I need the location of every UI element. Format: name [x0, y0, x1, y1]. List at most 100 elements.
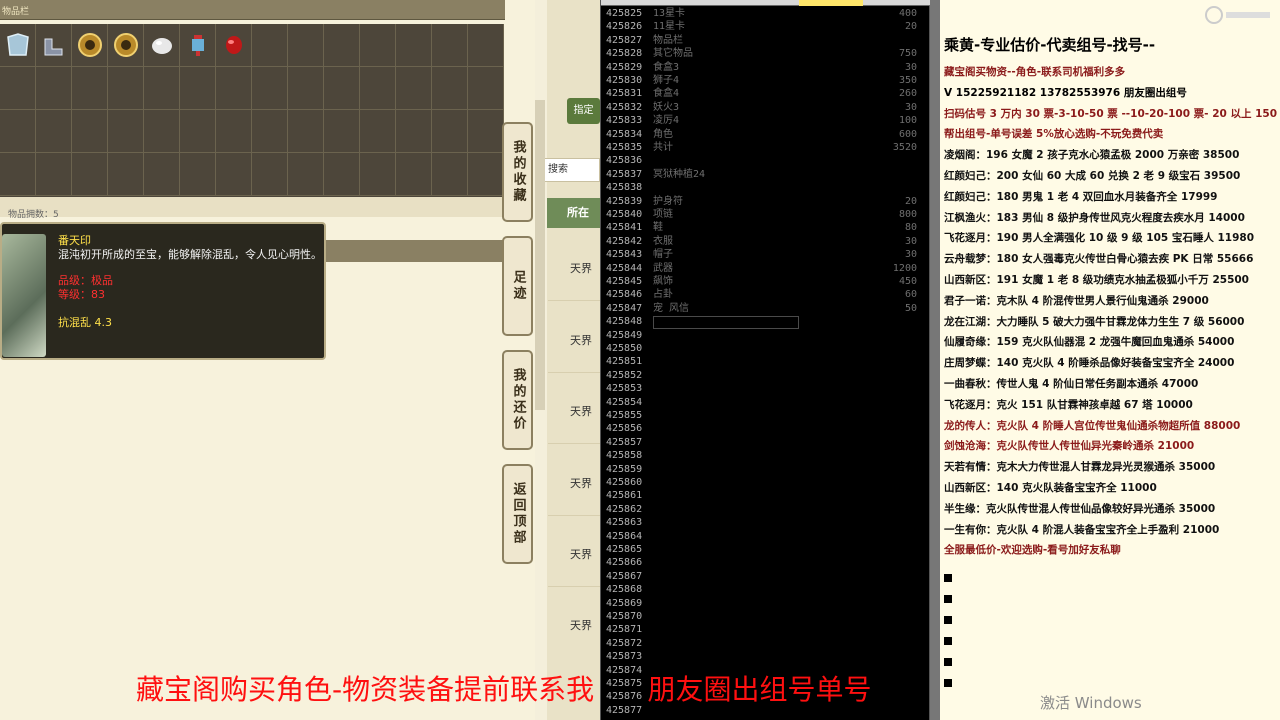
list-item[interactable]: 天界 [570, 332, 592, 348]
spreadsheet-row[interactable]: 425838 [601, 181, 931, 194]
inventory-slot[interactable] [108, 153, 144, 196]
spreadsheet-row[interactable]: 425836 [601, 154, 931, 167]
spreadsheet-row[interactable]: 425845 飙饰 450 [601, 275, 931, 288]
inventory-slot[interactable] [288, 153, 324, 196]
inventory-slot[interactable] [216, 67, 252, 110]
inventory-slot[interactable] [72, 153, 108, 196]
spreadsheet-row[interactable]: 425861 [601, 489, 931, 502]
inventory-slot[interactable] [72, 110, 108, 153]
inventory-slot[interactable] [216, 153, 252, 196]
spreadsheet-row[interactable]: 425840 项链 800 [601, 208, 931, 221]
inventory-slot[interactable] [180, 153, 216, 196]
spreadsheet-row[interactable]: 425846 占卦 60 [601, 288, 931, 301]
inventory-slot[interactable] [180, 67, 216, 110]
inventory-slot[interactable] [396, 67, 432, 110]
spreadsheet-row[interactable]: 425832 妖火3 30 [601, 101, 931, 114]
inventory-slot[interactable] [72, 24, 108, 67]
back-to-top-button[interactable]: 返回顶部 [502, 464, 533, 564]
inventory-slot[interactable] [468, 153, 504, 196]
inventory-slot[interactable] [360, 24, 396, 67]
spreadsheet-row[interactable]: 425825 13星卡 400 [601, 7, 931, 20]
spreadsheet-row[interactable]: 425834 角色 600 [601, 128, 931, 141]
inventory-slot[interactable] [180, 110, 216, 153]
inventory-slot[interactable] [108, 24, 144, 67]
spreadsheet-row[interactable]: 425844 武器 1200 [601, 262, 931, 275]
spreadsheet-row[interactable]: 425854 [601, 396, 931, 409]
spreadsheet-row[interactable]: 425830 狮子4 350 [601, 74, 931, 87]
spreadsheet-row[interactable]: 425865 [601, 543, 931, 556]
inventory-slot[interactable] [396, 24, 432, 67]
inventory-slot[interactable] [432, 24, 468, 67]
inventory-slot[interactable] [216, 110, 252, 153]
spreadsheet-row[interactable]: 425842 衣服 30 [601, 235, 931, 248]
list-item[interactable]: 天界 [570, 546, 592, 562]
selected-cell[interactable] [653, 316, 799, 329]
spreadsheet-row[interactable]: 425852 [601, 369, 931, 382]
inventory-slot[interactable] [108, 67, 144, 110]
spreadsheet-row[interactable]: 425866 [601, 556, 931, 569]
spreadsheet-row[interactable]: 425833 凌厉4 100 [601, 114, 931, 127]
inventory-slot[interactable] [252, 110, 288, 153]
scrollbar[interactable] [535, 100, 545, 410]
spreadsheet-row[interactable]: 425828 其它物品 750 [601, 47, 931, 60]
inventory-slot[interactable] [144, 153, 180, 196]
spreadsheet-row[interactable]: 425872 [601, 637, 931, 650]
search-button[interactable]: 搜索 [543, 158, 600, 182]
spreadsheet-row[interactable]: 425849 [601, 329, 931, 342]
spreadsheet-row[interactable]: 425870 [601, 610, 931, 623]
inventory-slot[interactable] [324, 153, 360, 196]
spreadsheet-row[interactable]: 425837 冥狱种植24 [601, 168, 931, 181]
inventory-slot[interactable] [468, 24, 504, 67]
inventory-slot[interactable] [324, 24, 360, 67]
spreadsheet-row[interactable]: 425853 [601, 382, 931, 395]
spreadsheet-row[interactable]: 425868 [601, 583, 931, 596]
inventory-slot[interactable] [180, 24, 216, 67]
spreadsheet-row[interactable]: 425859 [601, 463, 931, 476]
list-item[interactable]: 天界 [570, 475, 592, 491]
inventory-slot[interactable] [360, 110, 396, 153]
inventory-slot[interactable] [36, 67, 72, 110]
inventory-slot[interactable] [252, 24, 288, 67]
spreadsheet-row[interactable]: 425862 [601, 503, 931, 516]
spreadsheet-row[interactable]: 425858 [601, 449, 931, 462]
my-counteroffer-button[interactable]: 我的还价 [502, 350, 533, 450]
spreadsheet-row[interactable]: 425847 宠 风信 50 [601, 302, 931, 315]
spreadsheet-row[interactable]: 425857 [601, 436, 931, 449]
spreadsheet-row[interactable]: 425871 [601, 623, 931, 636]
spreadsheet-row[interactable]: 425873 [601, 650, 931, 663]
inventory-slot[interactable] [0, 67, 36, 110]
spreadsheet-row[interactable]: 425855 [601, 409, 931, 422]
inventory-slot[interactable] [288, 110, 324, 153]
inventory-slot[interactable] [360, 153, 396, 196]
spreadsheet-row[interactable]: 425851 [601, 355, 931, 368]
spreadsheet-row[interactable]: 425827 物品栏 [601, 34, 931, 47]
inventory-slot[interactable] [432, 67, 468, 110]
spreadsheet-row[interactable]: 425835 共计 3520 [601, 141, 931, 154]
spreadsheet-row[interactable]: 425829 食盒3 30 [601, 61, 931, 74]
inventory-slot[interactable] [144, 110, 180, 153]
spreadsheet-row[interactable]: 425869 [601, 597, 931, 610]
inventory-slot[interactable] [432, 110, 468, 153]
inventory-slot[interactable] [0, 110, 36, 153]
spreadsheet-row[interactable]: 425831 食盒4 260 [601, 87, 931, 100]
inventory-slot[interactable] [108, 110, 144, 153]
inventory-slot[interactable] [216, 24, 252, 67]
inventory-slot[interactable] [144, 24, 180, 67]
inventory-slot[interactable] [396, 110, 432, 153]
spreadsheet-row[interactable]: 425856 [601, 422, 931, 435]
my-favorites-button[interactable]: 我的收藏 [502, 122, 533, 222]
inventory-slot[interactable] [252, 153, 288, 196]
inventory-slot[interactable] [72, 67, 108, 110]
spreadsheet-row[interactable]: 425867 [601, 570, 931, 583]
list-item[interactable]: 天界 [570, 617, 592, 633]
inventory-slot[interactable] [36, 153, 72, 196]
inventory-slot[interactable] [432, 153, 468, 196]
spreadsheet-row[interactable]: 425864 [601, 530, 931, 543]
inventory-slot[interactable] [252, 67, 288, 110]
spreadsheet-row[interactable]: 425839 护身符 20 [601, 195, 931, 208]
inventory-slot[interactable] [360, 67, 396, 110]
inventory-slot[interactable] [396, 153, 432, 196]
spreadsheet-row[interactable]: 425826 11星卡 20 [601, 20, 931, 33]
inventory-slot[interactable] [288, 67, 324, 110]
spreadsheet-row[interactable]: 425850 [601, 342, 931, 355]
